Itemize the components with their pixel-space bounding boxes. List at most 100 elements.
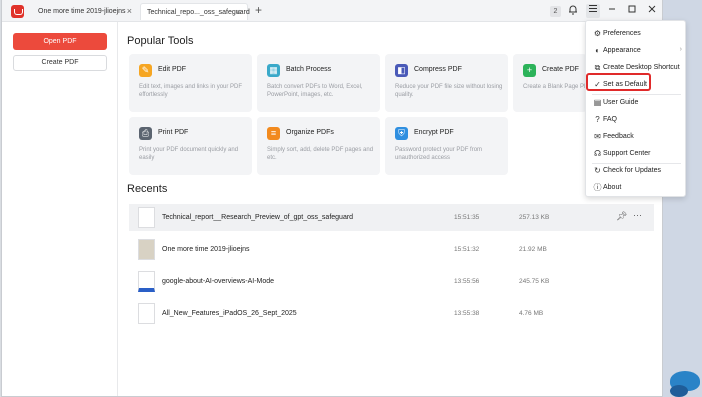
menu-item-label: Create Desktop Shortcut (603, 64, 680, 71)
menu-item-label: FAQ (603, 116, 618, 123)
menu-item-label: Support Center (603, 150, 651, 157)
tool-card-encrypt-pdf[interactable]: ⛨ Encrypt PDF Password protect your PDF … (385, 117, 508, 175)
open-pdf-button[interactable]: Open PDF (13, 33, 107, 50)
recent-file-row[interactable]: All_New_Features_iPadOS_26_Sept_2025 13:… (129, 300, 654, 327)
create-pdf-button[interactable]: Create PDF (13, 55, 107, 71)
tool-description: Edit text, images and links in your PDF … (139, 84, 243, 98)
headset-icon: ☊ (593, 149, 602, 158)
tool-card-compress-pdf[interactable]: ◧ Compress PDF Reduce your PDF file size… (385, 54, 508, 112)
tool-card-batch-process[interactable]: ▦ Batch Process Batch convert PDFs to Wo… (257, 54, 380, 112)
shield-icon: ⛨ (395, 127, 408, 140)
menu-item-support-center[interactable]: ☊ Support Center (586, 146, 687, 162)
tool-description: Batch convert PDFs to Word, Excel, Power… (267, 84, 363, 98)
printer-icon: ⎙ (139, 127, 152, 140)
file-name: All_New_Features_iPadOS_26_Sept_2025 (162, 310, 297, 317)
tab-label: Technical_repo..._oss_safeguard (147, 9, 250, 16)
menu-item-check-for-updates[interactable]: ↻ Check for Updates (586, 163, 687, 179)
more-options-icon[interactable]: ··· (633, 210, 642, 220)
tool-title: Organize PDFs (286, 129, 334, 136)
tool-title: Edit PDF (158, 66, 187, 73)
batch-grid-icon: ▦ (267, 64, 280, 77)
feedback-icon: ✉ (594, 132, 601, 141)
popular-tools-heading: Popular Tools (127, 35, 194, 47)
menu-item-label: About (603, 184, 622, 191)
tool-description: Reduce your PDF file size without losing… (395, 84, 503, 98)
tool-description: Create a Blank Page PDF (523, 84, 587, 90)
file-time: 13:55:38 (454, 310, 480, 317)
tool-title: Compress PDF (414, 66, 462, 73)
tool-card-organize-pdfs[interactable]: ≡ Organize PDFs Simply sort, add, delete… (257, 117, 380, 175)
recent-file-row[interactable]: Technical_report__Research_Preview_of_gp… (129, 204, 654, 231)
window-close-icon[interactable] (645, 4, 659, 18)
file-size: 257.13 KB (519, 214, 550, 221)
file-size: 245.75 KB (519, 278, 550, 285)
bell-icon[interactable] (566, 4, 580, 18)
edit-icon: ✎ (139, 64, 152, 77)
title-bar: One more time 2019-jlioejns × Technical_… (2, 0, 662, 22)
palette-icon: ◐ (595, 46, 600, 55)
menu-item-label: User Guide (603, 99, 639, 106)
file-name: Technical_report__Research_Preview_of_gp… (162, 214, 354, 221)
chevron-right-icon: › (679, 46, 682, 53)
minimize-icon[interactable] (605, 4, 619, 18)
gear-icon: ⚙ (593, 29, 602, 38)
file-thumbnail (138, 271, 155, 292)
main-menu-dropdown: ⚙ Preferences ◐ Appearance › ⧉ Create De… (585, 20, 686, 197)
tool-description: Simply sort, add, delete PDF pages and e… (267, 147, 374, 161)
file-thumbnail (138, 303, 155, 324)
recent-file-row[interactable]: One more time 2019-jlioejns 15:51:32 21.… (129, 236, 654, 263)
file-name: One more time 2019-jlioejns (162, 246, 250, 253)
menu-item-label: Preferences (603, 30, 641, 37)
new-tab-plus-icon[interactable]: + (255, 4, 262, 17)
menu-item-about[interactable]: ⓘ About (586, 180, 687, 196)
file-name: google-about-AI-overviews-AI-Mode (162, 278, 275, 285)
menu-item-label: Appearance (603, 47, 641, 54)
tool-card-edit-pdf[interactable]: ✎ Edit PDF Edit text, images and links i… (129, 54, 252, 112)
menu-item-label: Feedback (603, 133, 634, 140)
tool-title: Create PDF (542, 66, 579, 73)
tab-document-2[interactable]: Technical_repo..._oss_safeguard × (140, 3, 250, 21)
tool-title: Encrypt PDF (414, 129, 454, 136)
plus-icon: + (523, 64, 536, 77)
file-thumbnail (138, 239, 155, 260)
recent-file-row[interactable]: google-about-AI-overviews-AI-Mode 13:55:… (129, 268, 654, 295)
file-thumbnail (138, 207, 155, 228)
tool-description: Password protect your PDF from unauthori… (395, 147, 483, 161)
tab-label: One more time 2019-jlioejns (38, 8, 126, 15)
app-logo-icon (11, 5, 24, 18)
file-size: 21.92 MB (519, 246, 547, 253)
file-size: 4.76 MB (519, 310, 544, 317)
compress-icon: ◧ (395, 64, 408, 77)
menu-item-faq[interactable]: ? FAQ (586, 112, 687, 128)
tool-description: Print your PDF document quickly and easi… (139, 147, 239, 161)
book-icon: ▤ (593, 98, 602, 107)
tool-card-create-pdf[interactable]: + Create PDF Create a Blank Page PDF (513, 54, 587, 112)
menu-item-user-guide[interactable]: ▤ User Guide (586, 95, 687, 111)
close-icon[interactable]: × (127, 3, 132, 20)
menu-item-appearance[interactable]: ◐ Appearance › (586, 43, 687, 59)
wallpaper-shape (670, 385, 688, 397)
shortcut-icon: ⧉ (594, 63, 601, 72)
info-icon: ⓘ (593, 183, 602, 192)
tab-document-1[interactable]: One more time 2019-jlioejns × (32, 3, 138, 20)
close-icon[interactable]: × (236, 4, 241, 21)
tool-title: Batch Process (286, 66, 332, 73)
recents-heading: Recents (127, 183, 168, 195)
hamburger-menu-icon[interactable] (586, 4, 600, 18)
tool-card-print-pdf[interactable]: ⎙ Print PDF Print your PDF document quic… (129, 117, 252, 175)
menu-item-preferences[interactable]: ⚙ Preferences (586, 26, 687, 42)
app-window: One more time 2019-jlioejns × Technical_… (1, 0, 663, 397)
file-time: 15:51:32 (454, 246, 480, 253)
pin-icon[interactable]: 📌︎ (616, 211, 627, 222)
notification-count-badge: 2 (550, 6, 561, 17)
menu-item-feedback[interactable]: ✉ Feedback (586, 129, 687, 145)
tool-title: Print PDF (158, 129, 189, 136)
question-icon: ? (595, 115, 600, 124)
maximize-icon[interactable] (625, 4, 639, 18)
menu-item-label: Check for Updates (603, 167, 661, 174)
update-icon: ↻ (594, 166, 601, 175)
highlight-box (586, 73, 651, 91)
file-time: 13:55:56 (454, 278, 480, 285)
file-time: 15:51:35 (454, 214, 480, 221)
sidebar: Open PDF Create PDF (2, 22, 118, 396)
